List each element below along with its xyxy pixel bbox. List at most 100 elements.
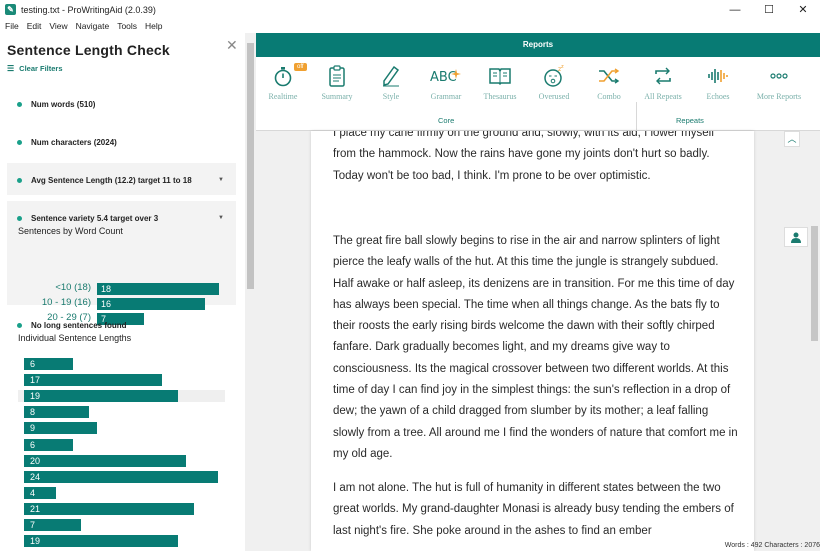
stat-num-words[interactable]: Num words (510): [17, 100, 96, 109]
sentence-length-bar[interactable]: 20: [24, 454, 186, 467]
document-page[interactable]: I place my cane firmly on the ground and…: [311, 131, 754, 551]
book-icon: [474, 63, 526, 89]
sentence-length-bar[interactable]: 6: [24, 358, 73, 370]
off-badge: off: [294, 63, 307, 71]
close-button[interactable]: ✕: [786, 0, 820, 19]
menu-view[interactable]: View: [49, 19, 67, 33]
word-count-bar[interactable]: 16: [97, 298, 205, 310]
report-overused-button[interactable]: z z Overused: [528, 63, 580, 101]
reports-header: Reports: [256, 33, 820, 57]
chevron-up-icon[interactable]: ︿: [784, 131, 800, 147]
stat-label: Num characters (2024): [31, 138, 117, 147]
menu-file[interactable]: File: [5, 19, 19, 33]
document-scroll-thumb[interactable]: [811, 226, 818, 341]
clipboard-icon: [311, 63, 363, 89]
close-sidebar-icon[interactable]: ✕: [226, 37, 238, 54]
user-icon[interactable]: [784, 227, 808, 247]
stat-avg-length: Avg Sentence Length (12.2) target 11 to …: [17, 176, 192, 185]
sentence-length-bar[interactable]: 24: [24, 470, 218, 483]
word-count-label: 10 - 19 (16): [41, 297, 91, 308]
document-scrollbar[interactable]: [809, 131, 820, 541]
maximize-button[interactable]: ☐: [752, 0, 786, 19]
variety-panel: Sentence variety 5.4 target over 3 ▼ Sen…: [7, 201, 236, 325]
sentence-length-bar[interactable]: 8: [24, 406, 89, 419]
window-title: testing.txt - ProWritingAid (2.0.39): [21, 4, 156, 15]
stat-label: Avg Sentence Length (12.2) target 11 to …: [31, 176, 192, 185]
word-count-bar[interactable]: 18: [97, 283, 219, 295]
stat-label: Sentence variety 5.4 target over 3: [31, 214, 159, 223]
menu-help[interactable]: Help: [145, 19, 162, 33]
sentence-length-bar[interactable]: 4: [24, 486, 56, 499]
waveform-icon: [692, 63, 744, 89]
menu-navigate[interactable]: Navigate: [76, 19, 110, 33]
stat-num-characters[interactable]: Num characters (2024): [17, 138, 117, 147]
stat-no-long: No long sentences found: [17, 321, 127, 330]
clear-filters-label: Clear Filters: [19, 64, 63, 73]
sidebar-scrollbar[interactable]: [245, 33, 256, 551]
sentence-length-bar[interactable]: 19: [24, 535, 178, 548]
report-label: Style: [382, 92, 400, 101]
clear-filters-button[interactable]: ☰ Clear Filters: [7, 64, 63, 73]
svg-text:z: z: [561, 65, 564, 70]
pencil-icon: [365, 63, 417, 89]
stat-label: Num words (510): [31, 100, 96, 109]
status-bar: Words : 492 Characters : 2076: [724, 542, 820, 549]
sentence-length-bar[interactable]: 17: [24, 374, 162, 387]
stat-variety: Sentence variety 5.4 target over 3: [17, 214, 159, 223]
word-count-label: <10 (18): [55, 282, 91, 293]
word-count-heading: Sentences by Word Count: [18, 226, 123, 236]
status-dot-icon: [17, 323, 22, 328]
reports-ribbon: Reports Realtime Summary Style ABC Grammar Th…: [256, 33, 820, 131]
menu-tools[interactable]: Tools: [117, 19, 137, 33]
title-bar: ✎ testing.txt - ProWritingAid (2.0.39) —…: [0, 0, 820, 19]
report-combo-button[interactable]: Combo: [583, 63, 635, 101]
report-style-button[interactable]: Style: [365, 63, 417, 101]
report-label: All Repeats: [644, 92, 682, 101]
status-dot-icon: [17, 102, 22, 107]
app-window: ✎ testing.txt - ProWritingAid (2.0.39) —…: [0, 0, 820, 551]
report-summary-button[interactable]: Summary: [311, 63, 363, 101]
menu-edit[interactable]: Edit: [27, 19, 42, 33]
report-more-reports-button[interactable]: More Reports: [744, 63, 814, 101]
status-dot-icon: [17, 140, 22, 145]
abc-icon: ABC: [420, 63, 472, 89]
minimize-button[interactable]: —: [718, 0, 752, 19]
report-label: Summary: [321, 92, 353, 101]
sleepy-face-icon: zz: [528, 63, 580, 89]
document-paragraph[interactable]: I place my cane firmly on the ground and…: [333, 131, 738, 187]
report-label: Grammar: [430, 92, 462, 101]
report-label: Realtime: [268, 92, 298, 101]
sidebar-title: Sentence Length Check: [7, 42, 170, 58]
status-dot-icon: [17, 216, 22, 221]
chevron-down-icon[interactable]: ▼: [218, 215, 224, 221]
report-label: Combo: [597, 92, 621, 101]
main-area: Reports Realtime Summary Style ABC Grammar Th…: [256, 33, 820, 551]
status-dot-icon: [17, 178, 22, 183]
report-label: Echoes: [706, 92, 730, 101]
avg-length-panel[interactable]: Avg Sentence Length (12.2) target 11 to …: [7, 163, 236, 195]
sentence-length-bar[interactable]: 7: [24, 519, 81, 531]
report-grammar-button[interactable]: ABC Grammar: [420, 63, 472, 101]
shuffle-icon: [583, 63, 635, 89]
app-logo-icon: ✎: [5, 4, 16, 15]
group-repeats-label: Repeats: [676, 116, 704, 125]
report-echoes-button[interactable]: Echoes: [692, 63, 744, 101]
menu-bar: File Edit View Navigate Tools Help: [0, 19, 820, 33]
more-icon: [744, 63, 814, 89]
report-all-repeats-button[interactable]: All Repeats: [637, 63, 689, 101]
document-paragraph[interactable]: I am not alone. The hut is full of human…: [333, 478, 738, 542]
sentence-length-bar[interactable]: 21: [24, 502, 194, 515]
sidebar-scroll-thumb[interactable]: [247, 43, 254, 289]
report-label: More Reports: [756, 92, 802, 101]
report-label: Overused: [538, 92, 570, 101]
report-thesaurus-button[interactable]: Thesaurus: [474, 63, 526, 101]
report-label: Thesaurus: [483, 92, 517, 101]
stat-label: No long sentences found: [31, 321, 127, 330]
sentence-length-bar[interactable]: 9: [24, 422, 97, 435]
sentence-length-bar[interactable]: 19: [24, 390, 178, 403]
sentence-length-bar[interactable]: 6: [24, 438, 73, 451]
repeat-icon: [637, 63, 689, 89]
chevron-down-icon[interactable]: ▼: [218, 177, 224, 183]
filter-icon: ☰: [7, 64, 15, 73]
document-paragraph[interactable]: The great fire ball slowly begins to ris…: [333, 231, 738, 465]
